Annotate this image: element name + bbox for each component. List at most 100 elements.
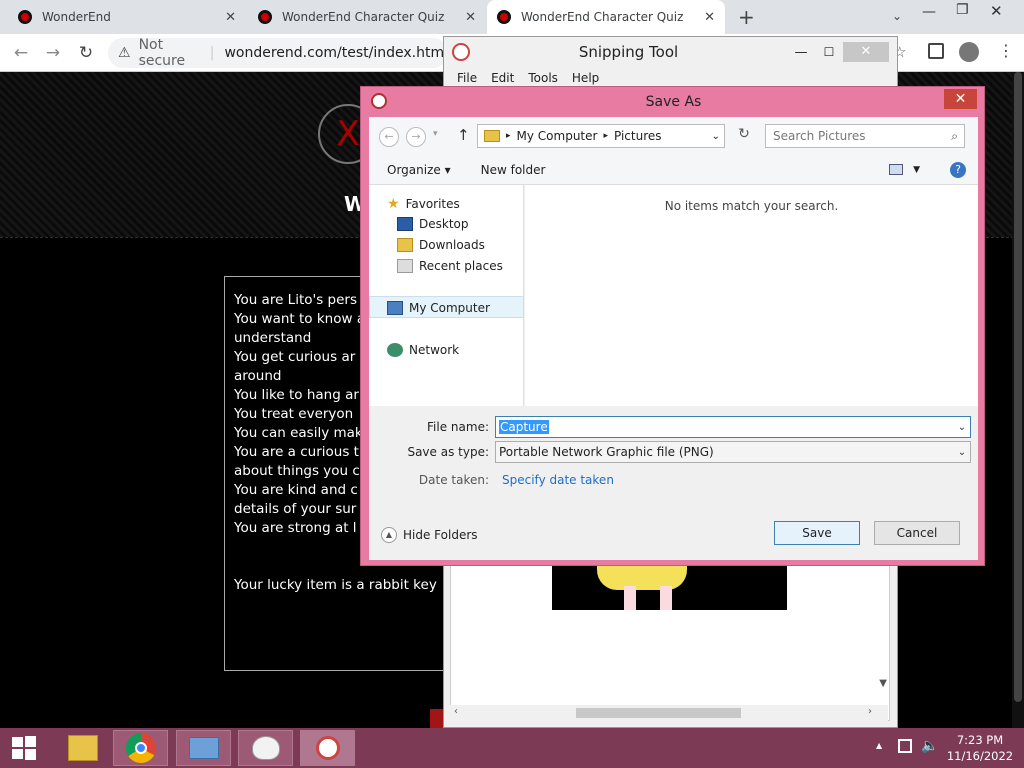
specify-date-link[interactable]: Specify date taken	[502, 473, 614, 487]
minimize-icon[interactable]: —	[787, 45, 815, 60]
browser-tab[interactable]: WonderEnd Character Quiz ✕	[248, 0, 486, 34]
hide-folders-toggle[interactable]: ▲ Hide Folders	[381, 527, 478, 543]
refresh-icon[interactable]: ↻	[733, 126, 755, 146]
dialog-body: ← → ▾ ↑ ▸ My Computer ▸ Pictures ⌄ ↻ Sea…	[369, 117, 978, 560]
recent-locations-chevron-icon[interactable]: ▾	[433, 129, 438, 139]
chevron-down-icon[interactable]: ⌄	[954, 422, 970, 433]
forward-arrow-icon[interactable]: →	[406, 127, 426, 147]
breadcrumb-pictures[interactable]: Pictures	[614, 129, 662, 143]
snipping-tool-icon	[315, 736, 340, 760]
clock-time: 7:23 PM	[956, 733, 1004, 747]
nav-network[interactable]: Network	[387, 343, 459, 357]
scroll-left-arrow-icon[interactable]: ‹	[454, 706, 458, 717]
folder-icon	[484, 130, 500, 142]
scroll-right-arrow-icon[interactable]: ›	[868, 706, 872, 717]
downloads-folder-icon	[397, 238, 413, 252]
app-taskbar[interactable]	[176, 730, 231, 766]
chrome-taskbar[interactable]	[113, 730, 168, 766]
snipping-tool-icon	[452, 43, 470, 61]
view-options-icon[interactable]	[889, 164, 904, 175]
scroll-down-arrow-icon[interactable]: ▼	[879, 678, 887, 689]
search-placeholder: Search Pictures	[773, 129, 866, 143]
lucky-item-text: Your lucky item is a rabbit key	[234, 577, 437, 593]
close-tab-icon[interactable]: ✕	[465, 10, 476, 25]
close-icon[interactable]: ✕	[843, 42, 889, 62]
start-button[interactable]	[0, 730, 48, 766]
restore-icon[interactable]: ❐	[956, 2, 969, 18]
system-clock[interactable]: 7:23 PM 11/16/2022	[940, 732, 1020, 764]
nav-favorites[interactable]: ★ Favorites	[387, 196, 460, 212]
new-tab-plus-icon[interactable]: +	[738, 5, 755, 29]
tab-search-chevron-icon[interactable]: ⌄	[892, 9, 902, 23]
security-label[interactable]: Not secure	[139, 37, 200, 69]
chevron-down-icon[interactable]: ⌄	[954, 447, 970, 458]
save-fields: File name: Capture ⌄ Save as type: Porta…	[369, 406, 978, 560]
cancel-button[interactable]: Cancel	[874, 521, 960, 545]
search-input[interactable]: Search Pictures ⌕	[765, 124, 965, 148]
organize-menu[interactable]: Organize ▾	[387, 163, 451, 177]
close-icon[interactable]: ✕	[944, 89, 977, 109]
maximize-icon[interactable]: ☐	[815, 45, 843, 59]
show-hidden-icons-chevron-icon[interactable]: ▲	[876, 741, 882, 750]
nav-recent-places[interactable]: Recent places	[397, 259, 503, 273]
empty-message: No items match your search.	[664, 199, 839, 213]
menu-file[interactable]: File	[457, 71, 477, 85]
save-button[interactable]: Save	[774, 521, 860, 545]
page-button-fragment[interactable]	[430, 709, 444, 728]
horizontal-scrollbar[interactable]: ‹ ›	[450, 705, 888, 721]
nav-desktop[interactable]: Desktop	[397, 217, 469, 231]
reload-icon[interactable]: ↻	[75, 42, 97, 64]
page-scrollbar[interactable]	[1012, 72, 1024, 728]
computer-icon	[387, 301, 403, 315]
wonderend-favicon-icon	[258, 10, 272, 24]
warning-triangle-icon[interactable]: ⚠	[118, 45, 131, 61]
network-icon	[387, 343, 403, 357]
url-text[interactable]: wonderend.com/test/index.html	[224, 45, 448, 61]
close-tab-icon[interactable]: ✕	[225, 10, 236, 25]
snipping-tool-titlebar[interactable]: Snipping Tool — ☐ ✕	[444, 37, 897, 67]
network-status-icon[interactable]	[898, 739, 912, 753]
address-bar[interactable]: ⚠ Not secure | wonderend.com/test/index.…	[108, 37, 448, 69]
search-icon[interactable]: ⌕	[951, 129, 958, 144]
file-name-value[interactable]: Capture	[499, 420, 549, 434]
minimize-icon[interactable]: —	[922, 4, 936, 20]
dialog-title: Save As	[645, 94, 702, 110]
location-breadcrumb[interactable]: ▸ My Computer ▸ Pictures ⌄	[477, 124, 725, 148]
help-icon[interactable]: ?	[950, 161, 966, 178]
forward-arrow-icon[interactable]: →	[42, 42, 64, 64]
breadcrumb-dropdown-icon[interactable]: ⌄	[712, 131, 720, 142]
collapse-up-icon: ▲	[381, 527, 397, 543]
file-explorer-taskbar[interactable]	[55, 730, 110, 766]
more-menu-icon[interactable]: ⋮	[998, 41, 1014, 60]
address-toolbar: ← → ▾ ↑ ▸ My Computer ▸ Pictures ⌄ ↻ Sea…	[369, 117, 978, 155]
nav-my-computer[interactable]: My Computer	[387, 301, 490, 315]
browser-tab-active[interactable]: WonderEnd Character Quiz ✕	[487, 0, 725, 34]
snipping-tool-taskbar[interactable]	[300, 730, 355, 766]
close-tab-icon[interactable]: ✕	[704, 10, 715, 25]
command-bar: Organize ▾ New folder ▼ ?	[369, 155, 978, 185]
new-folder-button[interactable]: New folder	[481, 163, 546, 177]
menu-tools[interactable]: Tools	[528, 71, 558, 85]
close-window-icon[interactable]: ✕	[990, 2, 1003, 20]
profile-avatar-icon[interactable]	[959, 42, 979, 62]
snipping-tool-title: Snipping Tool	[578, 43, 679, 61]
file-name-input[interactable]: Capture ⌄	[495, 416, 971, 438]
view-dropdown-icon[interactable]: ▼	[913, 165, 920, 175]
menu-edit[interactable]: Edit	[491, 71, 514, 85]
star-icon: ★	[387, 196, 400, 212]
navigation-pane: ★ Favorites Desktop Downloads Recent pla…	[369, 185, 524, 406]
back-arrow-icon[interactable]: ←	[379, 127, 399, 147]
date-taken-label: Date taken:	[418, 473, 489, 487]
save-type-select[interactable]: Portable Network Graphic file (PNG) ⌄	[495, 441, 971, 463]
back-arrow-icon[interactable]: ←	[10, 42, 32, 64]
browser-tab[interactable]: WonderEnd ✕	[8, 0, 246, 34]
nav-downloads[interactable]: Downloads	[397, 238, 485, 252]
breadcrumb-my-computer[interactable]: My Computer	[517, 129, 598, 143]
browser-tab-bar: WonderEnd ✕ WonderEnd Character Quiz ✕ W…	[0, 0, 1024, 34]
menu-help[interactable]: Help	[572, 71, 599, 85]
paint-taskbar[interactable]	[238, 730, 293, 766]
volume-icon[interactable]: 🔈	[921, 738, 938, 754]
up-arrow-icon[interactable]: ↑	[457, 126, 470, 144]
file-list-pane[interactable]: No items match your search.	[525, 185, 978, 406]
side-panel-icon[interactable]	[928, 43, 944, 59]
